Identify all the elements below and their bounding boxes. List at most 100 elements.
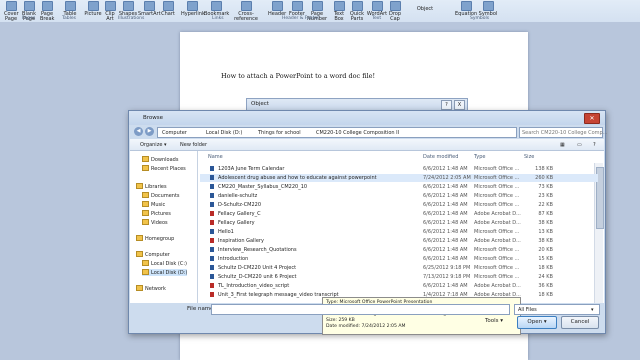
file-row[interactable]: Interview_Research_Quotations 6/6/2012 1:… bbox=[200, 246, 598, 254]
new-folder-button[interactable]: New folder bbox=[180, 142, 207, 148]
file-name: TL_Introduction_video_script bbox=[218, 283, 290, 289]
nav-item-local-disk-d[interactable]: Local Disk (D:) bbox=[142, 269, 188, 276]
file-size: 73 KB bbox=[538, 184, 553, 190]
hyperlink-button[interactable]: Hyperlink bbox=[181, 1, 205, 17]
views-icon[interactable]: ▦ bbox=[560, 142, 565, 148]
cross-reference-icon bbox=[240, 1, 252, 11]
file-date: 6/25/2012 9:18 PM bbox=[423, 265, 471, 271]
file-row[interactable]: TL_Introduction_video_script 6/6/2012 1:4… bbox=[200, 282, 598, 290]
chevron-down-icon: ▾ bbox=[591, 306, 594, 313]
chart-button[interactable]: Chart bbox=[160, 1, 176, 17]
open-button[interactable]: Open ▾ bbox=[517, 316, 557, 329]
picture-button[interactable]: Picture bbox=[84, 1, 102, 17]
column-header-size[interactable]: Size bbox=[524, 154, 534, 160]
page-break-icon bbox=[41, 1, 53, 11]
file-row[interactable]: 1203A June Term Calendar 6/6/2012 1:48 AM… bbox=[200, 165, 598, 173]
nav-item-downloads[interactable]: Downloads bbox=[142, 156, 178, 163]
file-row[interactable]: Introduction 6/6/2012 1:48 AM Microsoft Of… bbox=[200, 255, 598, 263]
file-icon bbox=[210, 166, 214, 171]
nav-item-computer[interactable]: Computer bbox=[136, 251, 170, 258]
cancel-button[interactable]: Cancel bbox=[561, 316, 599, 329]
breadcrumb-local-disk-d[interactable]: Local Disk (D:) bbox=[206, 130, 242, 136]
file-row[interactable]: Hello1 6/6/2012 1:48 AM Microsoft Office .… bbox=[200, 228, 598, 236]
nav-item-homegroup[interactable]: Homegroup bbox=[136, 235, 174, 242]
back-icon[interactable]: ◀ bbox=[134, 127, 143, 136]
object-button[interactable]: Object bbox=[414, 7, 436, 12]
smartart-button[interactable]: SmartArt bbox=[138, 1, 161, 17]
file-row[interactable]: Schultz_D-CM220 unit 6 Project 7/13/2012 … bbox=[200, 273, 598, 281]
quick-parts-button[interactable]: Quick Parts bbox=[349, 1, 365, 22]
forward-icon[interactable]: ▶ bbox=[145, 127, 154, 136]
nav-item-documents[interactable]: Documents bbox=[142, 192, 180, 199]
group-label-links: Links bbox=[212, 16, 224, 21]
drive-icon bbox=[142, 260, 149, 266]
nav-item-recent-places[interactable]: Recent Places bbox=[142, 165, 186, 172]
bookmark-icon bbox=[210, 1, 222, 11]
group-label-text: Text bbox=[372, 16, 382, 21]
column-header-date[interactable]: Date modified bbox=[423, 154, 458, 160]
object-close-button[interactable]: X bbox=[454, 100, 465, 110]
file-date: 6/6/2012 1:48 AM bbox=[423, 238, 468, 244]
symbol-button[interactable]: Symbol bbox=[478, 1, 498, 17]
help-button[interactable]: ? bbox=[441, 100, 452, 110]
footer-button[interactable]: Footer bbox=[288, 1, 306, 17]
shapes-button[interactable]: Shapes bbox=[118, 1, 138, 17]
nav-item-local-disk-c[interactable]: Local Disk (C:) bbox=[142, 260, 187, 267]
cover-page-button[interactable]: Cover Page bbox=[4, 1, 19, 22]
organize-button[interactable]: Organize ▾ bbox=[140, 142, 167, 148]
wordart-icon bbox=[371, 1, 383, 11]
file-type-select[interactable]: All Files ▾ bbox=[514, 304, 600, 315]
search-input[interactable]: Search CM220-10 College Comp... bbox=[519, 127, 607, 138]
dialog-toolbar: Organize ▾ New folder ▦ ▭ ? bbox=[130, 139, 604, 151]
wordart-button[interactable]: WordArt bbox=[366, 1, 388, 17]
file-list: Name Date modified Type Size 1203A June … bbox=[198, 151, 604, 303]
breadcrumb-computer[interactable]: Computer bbox=[162, 130, 187, 136]
file-row[interactable]: CM220_Master_Syllabus_CM220_10 6/6/2012 1… bbox=[200, 183, 598, 191]
nav-item-videos[interactable]: Videos bbox=[142, 219, 168, 226]
file-date: 6/6/2012 1:48 AM bbox=[423, 166, 468, 172]
table-button[interactable]: Table bbox=[62, 1, 78, 17]
help-icon[interactable]: ? bbox=[593, 142, 596, 148]
breadcrumb-things-for-school[interactable]: Things for school bbox=[258, 130, 301, 136]
column-header-type[interactable]: Type bbox=[474, 154, 485, 160]
file-row[interactable]: D-Schultz-CM220 6/6/2012 1:48 AM Microsoft… bbox=[200, 201, 598, 209]
file-name-input[interactable] bbox=[211, 304, 510, 315]
close-icon[interactable]: ✕ bbox=[584, 113, 600, 124]
nav-item-pictures[interactable]: Pictures bbox=[142, 210, 171, 217]
page-number-icon bbox=[311, 1, 323, 11]
file-row[interactable]: danielle-schultz 6/6/2012 1:48 AM Microsof… bbox=[200, 192, 598, 200]
preview-pane-icon[interactable]: ▭ bbox=[577, 142, 582, 148]
column-header-name[interactable]: Name bbox=[208, 154, 223, 160]
header-button[interactable]: Header bbox=[268, 1, 286, 17]
drop-cap-button[interactable]: Drop Cap bbox=[388, 1, 402, 22]
breadcrumb-cm220-10[interactable]: CM220-10 College Composition II bbox=[316, 130, 399, 136]
header-icon bbox=[271, 1, 283, 11]
file-row[interactable]: Fellacy Gallery_C 6/6/2012 1:48 AM Adobe A… bbox=[200, 210, 598, 218]
file-size: 18 KB bbox=[538, 265, 553, 271]
file-name: Fellacy Gallery bbox=[218, 220, 255, 226]
smartart-icon bbox=[143, 1, 155, 11]
file-row[interactable]: Inspiration Gallery 6/6/2012 1:48 AM Adobe… bbox=[200, 237, 598, 245]
nav-item-music[interactable]: Music bbox=[142, 201, 165, 208]
symbol-icon bbox=[482, 1, 494, 11]
file-size: 24 KB bbox=[538, 274, 553, 280]
file-size: 260 KB bbox=[535, 175, 553, 181]
bookmark-button[interactable]: Bookmark bbox=[204, 1, 229, 17]
file-size: 15 KB bbox=[538, 256, 553, 262]
text-box-button[interactable]: Text Box bbox=[332, 1, 346, 22]
nav-item-libraries[interactable]: Libraries bbox=[136, 183, 167, 190]
file-icon bbox=[210, 283, 214, 288]
page-break-button[interactable]: Page Break bbox=[40, 1, 54, 22]
equation-button[interactable]: Equation bbox=[455, 1, 477, 17]
cross-reference-button[interactable]: Cross-reference bbox=[228, 1, 264, 22]
file-date: 7/13/2012 9:18 PM bbox=[423, 274, 471, 280]
nav-item-network[interactable]: Network bbox=[136, 285, 166, 292]
clip-art-button[interactable]: Clip Art bbox=[104, 1, 116, 22]
file-row[interactable]: Fellacy Gallery 6/6/2012 1:48 AM Adobe Acr… bbox=[200, 219, 598, 227]
file-row[interactable]: Schultz D-CM220 Unit 4 Project 6/25/2012 … bbox=[200, 264, 598, 272]
tooltip-date: Date modified: 7/24/2012 2:05 AM bbox=[326, 324, 406, 329]
file-row[interactable]: Adolescent drug abuse and how to educate… bbox=[200, 174, 598, 182]
tools-button[interactable]: Tools ▾ bbox=[481, 316, 507, 327]
address-bar[interactable]: Computer Local Disk (D:) Things for scho… bbox=[157, 127, 517, 138]
group-label-symbols: Symbols bbox=[470, 16, 490, 21]
